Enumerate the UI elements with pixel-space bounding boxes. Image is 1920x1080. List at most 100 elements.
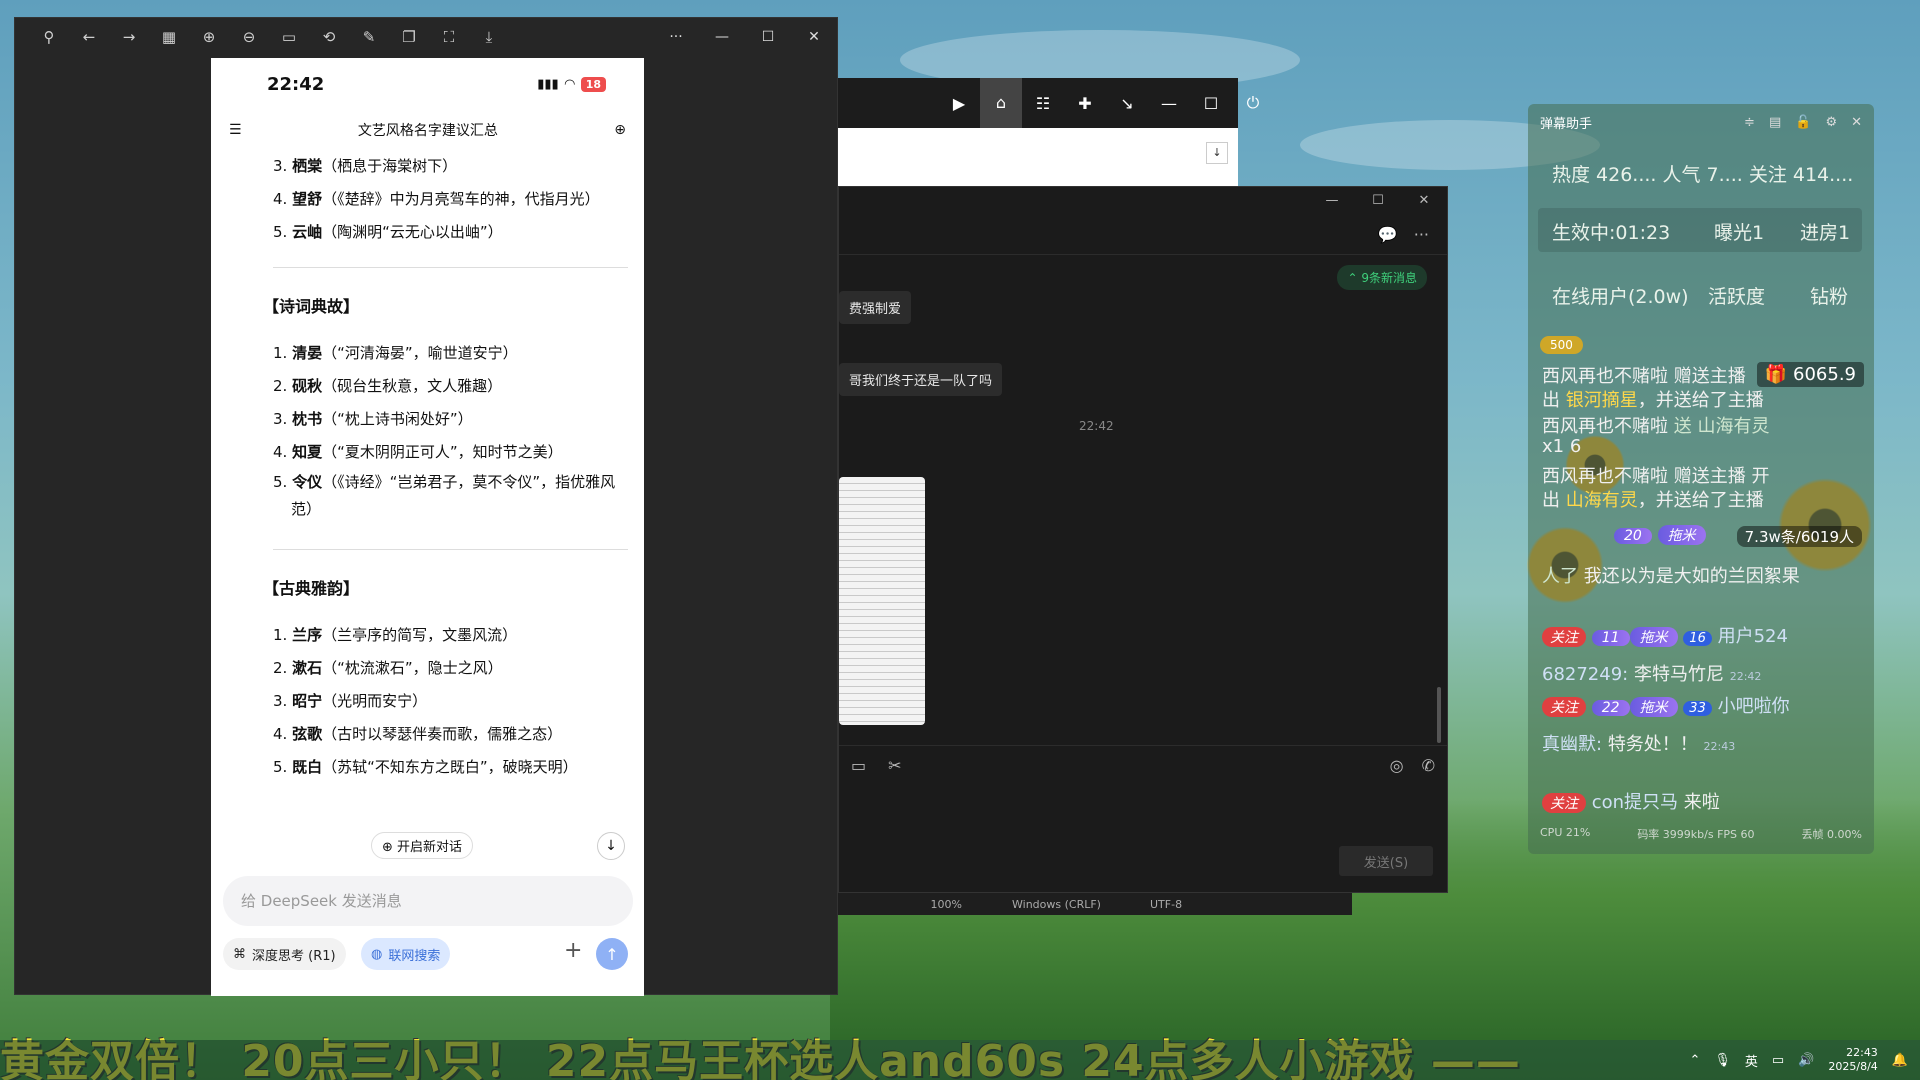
- coin-badge: 500: [1540, 336, 1583, 354]
- fit-icon[interactable]: ▭: [269, 18, 309, 56]
- filter-icon[interactable]: ≑: [1744, 115, 1755, 130]
- chevron-up-icon[interactable]: ⌃: [1689, 1053, 1700, 1068]
- clock[interactable]: 22:43 2025/8/4: [1828, 1046, 1877, 1074]
- image-viewer-window: ⚲ ← → ▦ ⊕ ⊖ ▭ ⟲ ✎ ❐ ⛶ ⤓ ··· — ☐ ✕ 22:42 …: [14, 17, 838, 996]
- stats-row: 热度 426.... 人气 7.... 关注 414....: [1552, 164, 1854, 186]
- section-title: 【古典雅韵】: [263, 579, 360, 598]
- shrink-icon[interactable]: ↘: [1106, 94, 1148, 113]
- list-item: 5. 云岫（陶渊明“云无心以出岫”）: [273, 223, 503, 241]
- home-icon[interactable]: ⌂: [980, 78, 1022, 128]
- video-icon[interactable]: ▶: [938, 94, 980, 113]
- zoom-in-icon[interactable]: ⊕: [189, 18, 229, 56]
- activity-tab[interactable]: 活跃度: [1708, 282, 1765, 309]
- close-icon[interactable]: ✕: [1851, 115, 1862, 130]
- list-item: 2. 砚秋（砚台生秋意，文人雅趣）: [273, 377, 503, 395]
- edit-icon[interactable]: ✎: [349, 18, 389, 56]
- zoom-out-icon[interactable]: ⊖: [229, 18, 269, 56]
- forward-icon[interactable]: →: [109, 18, 149, 56]
- message-count: 7.3w条/6019人: [1736, 526, 1862, 547]
- list-item: 3. 枕书（“枕上诗书闲处好”）: [273, 410, 473, 428]
- message-bubble: 哥我们终于还是一队了吗: [839, 363, 1003, 396]
- ime-indicator[interactable]: 英: [1745, 1051, 1758, 1070]
- new-chat-icon[interactable]: ⊕: [614, 122, 626, 138]
- microphone-icon[interactable]: 🎙: [1714, 1053, 1731, 1068]
- rotate-icon[interactable]: ⟲: [309, 18, 349, 56]
- notepad-status-bar: 100% Windows (CRLF) UTF-8: [838, 893, 1352, 915]
- message-time: 22:42: [1079, 419, 1114, 433]
- lock-icon[interactable]: 🔓: [1795, 115, 1811, 130]
- chat-message-row: 关注 11 拖米 16 用户524: [1542, 622, 1788, 648]
- deep-think-icon: ⌘: [233, 946, 246, 962]
- list-item: 4. 知夏（“夏木阴阴正可人”，知时节之美）: [273, 443, 563, 461]
- notification-icon[interactable]: 🔔: [1892, 1053, 1908, 1068]
- divider: [273, 549, 628, 550]
- message-input[interactable]: 给 DeepSeek 发送消息: [223, 876, 633, 926]
- save-icon[interactable]: ⤓: [469, 18, 509, 56]
- grid-icon[interactable]: ▦: [149, 18, 189, 56]
- line-ending: Windows (CRLF): [1012, 897, 1101, 911]
- voice-icon[interactable]: ◎: [1390, 756, 1404, 775]
- image-message-thumbnail[interactable]: [839, 477, 925, 725]
- list-item: 3. 栖棠（栖息于海棠树下）: [273, 157, 458, 175]
- online-users[interactable]: 在线用户(2.0w): [1552, 282, 1689, 309]
- power-icon[interactable]: ⏻: [1232, 93, 1274, 113]
- battery-icon: 18: [580, 76, 606, 92]
- list-item: 4. 望舒（《楚辞》中为月亮驾车的神，代指月光）: [273, 190, 600, 208]
- list-item: 1. 兰序（兰亭序的简写，文墨风流）: [273, 626, 518, 644]
- chat-message-row: 关注 22 拖米 33 小吧啦你: [1542, 692, 1790, 718]
- download-icon[interactable]: ↓: [1206, 142, 1228, 164]
- phone-icon[interactable]: ✆: [1422, 756, 1435, 775]
- more-icon[interactable]: ···: [653, 18, 699, 56]
- message-bubble: 费强制爱: [839, 291, 912, 324]
- copy-icon[interactable]: ❐: [389, 18, 429, 56]
- launcher-toolbar: ▶ ⌂ ☷ ✚ ↘ — ☐ ⏻: [938, 78, 1274, 128]
- crop-icon[interactable]: ⛶: [429, 18, 469, 56]
- list-item: 5. 既白（苏轼“不知东方之既白”，破晓天明）: [273, 758, 578, 776]
- send-icon[interactable]: ↑: [596, 938, 628, 970]
- close-button[interactable]: ✕: [791, 18, 837, 56]
- chat-scrollbar[interactable]: [1437, 687, 1441, 743]
- scissors-icon[interactable]: ✂: [888, 756, 901, 775]
- send-button[interactable]: 发送(S): [1339, 846, 1433, 876]
- minimize-button[interactable]: —: [1148, 94, 1190, 113]
- live-timer: 生效中:01:23: [1552, 222, 1671, 244]
- list-icon[interactable]: ☷: [1022, 94, 1064, 113]
- phone-screenshot: 22:42 ▮▮▮ ◠ 18 ☰ 文艺风格名字建议汇总 ⊕ 3. 栖棠（栖息于海…: [211, 58, 644, 996]
- chat-bubble-icon[interactable]: 💬: [1378, 225, 1398, 244]
- web-search-button[interactable]: ◍ 联网搜索: [361, 938, 451, 970]
- doc-icon[interactable]: ▤: [1769, 115, 1781, 130]
- settings-icon[interactable]: ⚙: [1825, 115, 1837, 130]
- back-icon[interactable]: ←: [69, 18, 109, 56]
- network-icon[interactable]: ▭: [1772, 1053, 1784, 1068]
- maximize-button[interactable]: ☐: [1190, 94, 1232, 113]
- gift-message: 西风再也不赌啦 赠送主播: [1542, 366, 1746, 387]
- conversation-title: 文艺风格名字建议汇总: [357, 123, 498, 139]
- pin-icon[interactable]: ⚲: [29, 18, 69, 56]
- scroll-down-icon[interactable]: ↓: [597, 832, 625, 860]
- gift-icon: 🎁: [1764, 364, 1794, 385]
- new-chat-button[interactable]: ⊕ 开启新对话: [371, 832, 474, 859]
- attach-icon[interactable]: +: [564, 938, 582, 963]
- chat-message-row: 真幽默: 特务处！！ 22:43: [1542, 734, 1736, 755]
- gift-message: 西风再也不赌啦 赠送主播 开: [1542, 466, 1770, 487]
- maximize-button[interactable]: ☐: [745, 18, 791, 56]
- gamepad-icon[interactable]: ✚: [1064, 94, 1106, 113]
- folder-icon[interactable]: ▭: [851, 756, 866, 775]
- signal-icon: ▮▮▮: [537, 76, 559, 92]
- gift-message: x1 6: [1542, 436, 1582, 457]
- danmaku-footer: CPU 21% 码率 3999kb/s FPS 60 丢帧 0.00%: [1540, 826, 1862, 842]
- maximize-button[interactable]: ☐: [1355, 193, 1401, 208]
- minimize-button[interactable]: —: [699, 18, 745, 56]
- volume-icon[interactable]: 🔊: [1798, 1053, 1814, 1068]
- menu-icon[interactable]: ☰: [229, 122, 242, 138]
- chat-input-toolbar: ▭ ✂ ◎ ✆: [839, 745, 1447, 785]
- new-messages-badge[interactable]: ⌃ 9条新消息: [1337, 265, 1427, 290]
- deep-think-button[interactable]: ⌘ 深度思考 (R1): [223, 938, 346, 970]
- list-item: 5. 令仪（《诗经》“岂弟君子，莫不令仪”，指优雅风范）: [273, 473, 616, 518]
- more-icon[interactable]: ···: [1414, 225, 1429, 244]
- chat-content: 3. 栖棠（栖息于海棠树下） 4. 望舒（《楚辞》中为月亮驾车的神，代指月光） …: [211, 150, 644, 784]
- diamond-fans-tab[interactable]: 钻粉: [1810, 282, 1848, 309]
- chat-message-row: 人了 我还以为是大如的兰因絮果: [1542, 566, 1800, 587]
- close-button[interactable]: ✕: [1401, 193, 1447, 208]
- minimize-button[interactable]: —: [1309, 193, 1355, 208]
